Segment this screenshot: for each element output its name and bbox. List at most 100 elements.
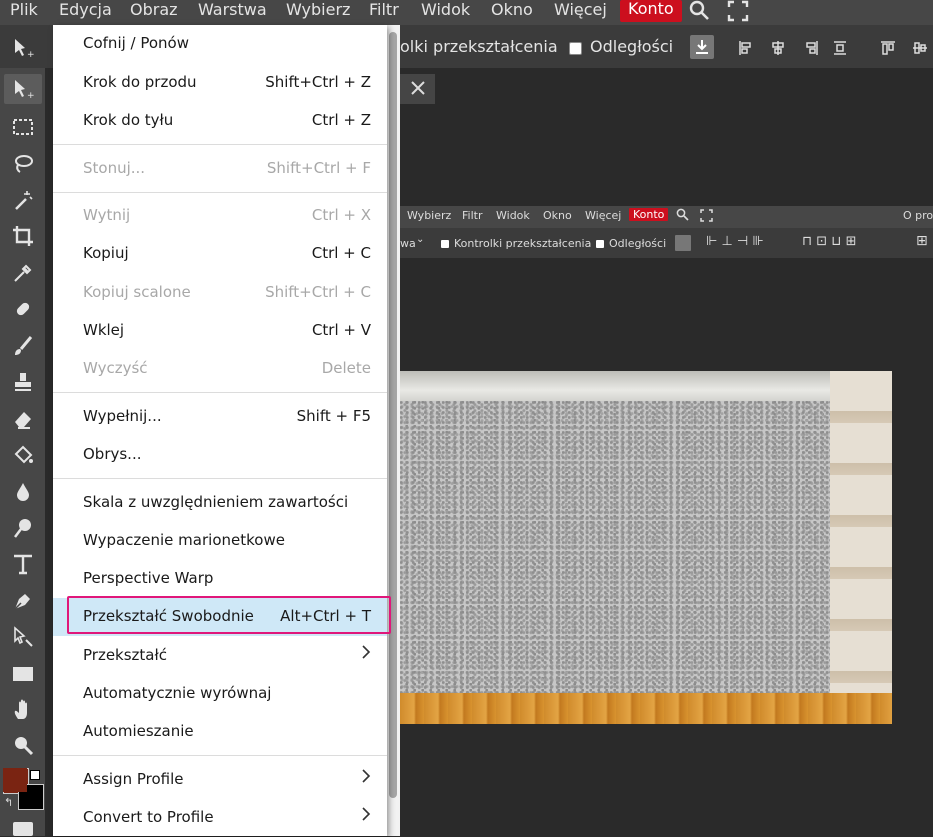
menu-item-label: Automieszanie (83, 722, 194, 740)
menu-widok[interactable]: Widok (421, 0, 470, 25)
eraser-tool-icon[interactable] (12, 408, 34, 430)
menu-item-puppet-warp[interactable]: Wypaczenie marionetkowe (53, 522, 387, 560)
menu-item-label: Wypełnij... (83, 407, 162, 425)
menu-item-label: Stonuj... (83, 159, 146, 177)
menu-item-label: Skala z uwzględnieniem zawartości (83, 493, 349, 511)
menu-item-shortcut: Shift+Ctrl + Z (265, 73, 371, 91)
chevron-right-icon (361, 768, 371, 788)
magic-wand-icon[interactable] (12, 189, 34, 211)
menu-item-shortcut: Delete (321, 359, 371, 377)
menu-item-content-aware-scale[interactable]: Skala z uwzględnieniem zawartości (53, 484, 387, 522)
align-right-icon[interactable] (803, 40, 818, 55)
menu-item-label: Obrys... (83, 445, 142, 463)
zoom-tool-icon[interactable] (12, 734, 34, 756)
menu-okno[interactable]: Okno (491, 0, 533, 25)
menu-item-stroke[interactable]: Obrys... (53, 436, 387, 474)
menu-item-label: Convert to Profile (83, 808, 214, 826)
menu-item-convert-profile[interactable]: Convert to Profile (53, 799, 387, 837)
healing-brush-icon[interactable] (12, 298, 34, 320)
menu-item-shortcut: Ctrl + Z (311, 111, 371, 129)
menu-item-clear[interactable]: Wyczyść Delete (53, 350, 387, 388)
account-button[interactable]: Konto (620, 0, 682, 22)
stone-texture-layer[interactable] (400, 401, 830, 693)
menu-wiecej[interactable]: Więcej (554, 0, 607, 25)
crop-tool-icon[interactable] (12, 225, 34, 247)
inner-search-icon (676, 208, 689, 224)
menu-obraz[interactable]: Obraz (130, 0, 178, 25)
align-left-icon[interactable] (738, 40, 752, 55)
menu-item-copy-merged[interactable]: Kopiuj scalone Shift+Ctrl + C (53, 274, 387, 312)
menu-item-shortcut: Ctrl + C (311, 244, 371, 262)
dodge-tool-icon[interactable] (12, 517, 34, 539)
blur-tool-icon[interactable] (12, 481, 34, 503)
menu-item-label: Wklej (83, 321, 125, 339)
inner-distribute-icons: ⊓ ⊡ ⊔ ⊞ (802, 234, 857, 249)
menu-warstwa[interactable]: Warstwa (198, 0, 267, 25)
quick-mask-icon[interactable] (13, 822, 33, 836)
hand-tool-icon[interactable] (12, 699, 34, 721)
svg-text:+: + (27, 50, 34, 59)
menu-separator (53, 392, 387, 393)
menu-item-fill[interactable]: Wypełnij... Shift + F5 (53, 398, 387, 436)
menu-item-shortcut: Shift+Ctrl + C (265, 283, 371, 301)
inner-checkbox (441, 240, 449, 248)
stamp-tool-icon[interactable] (12, 371, 34, 393)
path-selection-icon[interactable] (12, 626, 34, 648)
menu-item-step-forward[interactable]: Krok do przodu Shift+Ctrl + Z (53, 64, 387, 102)
menu-item-label: Assign Profile (83, 770, 184, 788)
brush-tool-icon[interactable] (12, 335, 34, 357)
menu-item-transform[interactable]: Przekształć (53, 637, 387, 675)
download-icon[interactable] (690, 35, 714, 59)
menu-item-label: Przekształć (83, 646, 168, 664)
menu-filtr[interactable]: Filtr (369, 0, 399, 25)
search-icon[interactable] (689, 0, 711, 26)
align-top-icon[interactable] (880, 40, 895, 55)
move-tool-icon[interactable]: + (4, 74, 42, 104)
canvas-inner-options-bar: wa ⌄ Kontrolki przekształcenia Odległośc… (400, 228, 933, 258)
distribute-horizontal-icon[interactable] (832, 40, 846, 55)
menu-scrollbar-thumb[interactable] (389, 32, 397, 798)
menu-bar: Plik Edycja Obraz Warstwa Wybierz Filtr … (0, 0, 933, 25)
rectangle-tool-icon[interactable] (12, 663, 34, 685)
menu-item-auto-align[interactable]: Automatycznie wyrównaj (53, 675, 387, 713)
canvas-image[interactable] (400, 371, 892, 724)
menu-item-undo-redo[interactable]: Cofnij / Ponów (53, 25, 387, 63)
default-colors-icon[interactable] (30, 770, 40, 780)
menu-item-label: Perspective Warp (83, 569, 214, 587)
foreground-color-swatch-front (3, 768, 27, 792)
eyedropper-icon[interactable] (12, 262, 34, 284)
menu-item-auto-blend[interactable]: Automieszanie (53, 713, 387, 751)
menu-plik[interactable]: Plik (10, 0, 38, 25)
inner-fullscreen-icon (700, 209, 713, 225)
align-middle-icon[interactable] (912, 40, 927, 54)
menu-item-paste[interactable]: Wklej Ctrl + V (53, 312, 387, 350)
swap-colors-icon[interactable]: ↰ (4, 796, 13, 809)
inner-option-fragment: wa (400, 237, 416, 250)
inner-grid-icon: ⊞ (916, 233, 928, 249)
ceiling (400, 371, 892, 403)
menu-separator (53, 755, 387, 756)
menu-wybierz[interactable]: Wybierz (286, 0, 350, 25)
menu-item-shortcut: Ctrl + X (311, 206, 371, 224)
align-center-icon[interactable] (770, 40, 784, 55)
distances-checkbox[interactable] (569, 42, 582, 55)
fullscreen-icon[interactable] (727, 0, 749, 26)
pen-tool-icon[interactable] (12, 590, 34, 612)
menu-item-copy[interactable]: Kopiuj Ctrl + C (53, 235, 387, 273)
menu-item-perspective-warp[interactable]: Perspective Warp (53, 560, 387, 598)
marquee-tool-icon[interactable] (12, 116, 34, 138)
distances-label: Odległości (590, 37, 674, 56)
close-tab-icon[interactable] (400, 74, 435, 104)
paint-bucket-icon[interactable] (12, 444, 34, 466)
menu-item-cut[interactable]: Wytnij Ctrl + X (53, 197, 387, 235)
menu-item-step-backward[interactable]: Krok do tyłu Ctrl + Z (53, 102, 387, 140)
svg-text:+: + (27, 91, 34, 100)
text-tool-icon[interactable] (12, 553, 34, 575)
edit-dropdown-menu: Cofnij / Ponów Krok do przodu Shift+Ctrl… (53, 25, 387, 836)
menu-item-label: Krok do tyłu (83, 111, 174, 129)
lasso-tool-icon[interactable] (12, 152, 34, 174)
menu-item-assign-profile[interactable]: Assign Profile (53, 761, 387, 799)
canvas-inner-menubar: Wybierz Filtr Widok Okno Więcej Konto O … (400, 206, 933, 228)
menu-item-fade[interactable]: Stonuj... Shift+Ctrl + F (53, 150, 387, 188)
menu-edycja[interactable]: Edycja (59, 0, 112, 25)
